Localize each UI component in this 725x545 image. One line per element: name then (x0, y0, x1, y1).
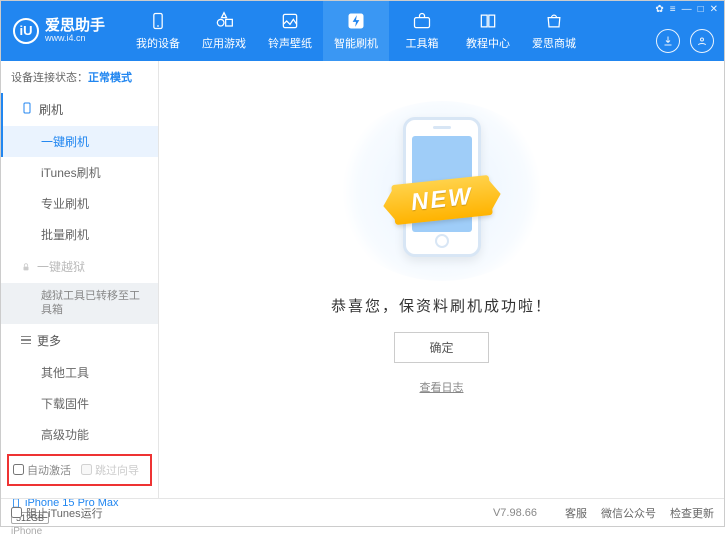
close-button[interactable]: ✕ (710, 4, 718, 15)
nav-label: 智能刷机 (334, 35, 378, 51)
skip-guide-checkbox[interactable]: 跳过向导 (81, 462, 139, 478)
nav-tools[interactable]: 工具箱 (389, 1, 455, 61)
device-icon (148, 11, 168, 31)
sidebar-item-other-tools[interactable]: 其他工具 (1, 357, 158, 388)
version-label: V7.98.66 (493, 507, 537, 519)
menu-button[interactable]: ≡ (670, 4, 676, 15)
sidebar-item-pro-flash[interactable]: 专业刷机 (1, 188, 158, 219)
device-type: iPhone (11, 526, 148, 537)
logo-block: iU 爱思助手 www.i4.cn (9, 18, 105, 44)
sidebar-item-itunes-flash[interactable]: iTunes刷机 (1, 157, 158, 188)
maximize-button[interactable]: □ (698, 4, 704, 15)
section-more[interactable]: 更多 (1, 324, 158, 357)
skin-button[interactable]: ✿ (655, 4, 663, 15)
options-highlight-box: 自动激活 跳过向导 (7, 454, 152, 486)
checkbox-label: 跳过向导 (95, 462, 139, 478)
sidebar-item-download-firmware[interactable]: 下载固件 (1, 388, 158, 419)
section-title: 更多 (37, 332, 61, 349)
nav-label: 教程中心 (466, 35, 510, 51)
nav-apps[interactable]: 应用游戏 (191, 1, 257, 61)
footer-link-update[interactable]: 检查更新 (670, 505, 714, 521)
success-illustration: NEW (332, 101, 552, 281)
checkbox-label: 阻止iTunes运行 (26, 505, 103, 521)
nav-shop[interactable]: 爱思商城 (521, 1, 587, 61)
shop-icon (544, 11, 564, 31)
nav-label: 铃声壁纸 (268, 35, 312, 51)
footer-link-support[interactable]: 客服 (565, 505, 587, 521)
sidebar-item-batch-flash[interactable]: 批量刷机 (1, 219, 158, 250)
status-label: 设备连接状态： (11, 72, 88, 84)
logo-icon: iU (13, 18, 39, 44)
lock-icon (21, 262, 31, 272)
jailbreak-note: 越狱工具已转移至工具箱 (1, 283, 158, 324)
flash-icon (346, 11, 366, 31)
apps-icon (214, 11, 234, 31)
nav-label: 应用游戏 (202, 35, 246, 51)
block-itunes-checkbox[interactable]: 阻止iTunes运行 (11, 505, 103, 521)
sidebar-item-onekey-flash[interactable]: 一键刷机 (1, 126, 158, 157)
ok-button[interactable]: 确定 (394, 332, 488, 363)
minimize-button[interactable]: — (682, 4, 692, 15)
section-title: 刷机 (39, 101, 63, 118)
sidebar-item-advanced[interactable]: 高级功能 (1, 419, 158, 450)
media-icon (280, 11, 300, 31)
success-message: 恭喜您，保资料刷机成功啦！ (331, 295, 552, 316)
status-mode: 正常模式 (88, 72, 132, 84)
hamburger-icon (21, 336, 31, 345)
section-flash[interactable]: 刷机 (1, 93, 158, 126)
auto-activate-checkbox[interactable]: 自动激活 (13, 462, 71, 478)
sidebar: 设备连接状态：正常模式 刷机 一键刷机 iTunes刷机 专业刷机 批量刷机 一… (1, 61, 159, 498)
section-title: 一键越狱 (37, 258, 85, 275)
app-title: 爱思助手 (45, 18, 105, 35)
device-status: 设备连接状态：正常模式 (1, 61, 158, 93)
section-jailbreak: 一键越狱 (1, 250, 158, 283)
app-header: iU 爱思助手 www.i4.cn 我的设备 应用游戏 铃声壁纸 智能刷机 (1, 1, 724, 61)
toolbox-icon (412, 11, 432, 31)
window-controls: ✿ ≡ — □ ✕ (655, 4, 718, 15)
main-content: NEW 恭喜您，保资料刷机成功啦！ 确定 查看日志 (159, 61, 724, 498)
top-nav: 我的设备 应用游戏 铃声壁纸 智能刷机 工具箱 教程中心 (125, 1, 716, 61)
book-icon (478, 11, 498, 31)
nav-label: 我的设备 (136, 35, 180, 51)
nav-flash[interactable]: 智能刷机 (323, 1, 389, 61)
nav-label: 爱思商城 (532, 35, 576, 51)
phone-flash-icon (21, 101, 33, 118)
download-button[interactable] (656, 29, 680, 53)
user-button[interactable] (690, 29, 714, 53)
nav-tutorial[interactable]: 教程中心 (455, 1, 521, 61)
nav-my-device[interactable]: 我的设备 (125, 1, 191, 61)
checkbox-label: 自动激活 (27, 462, 71, 478)
app-url: www.i4.cn (45, 34, 105, 44)
nav-label: 工具箱 (406, 35, 439, 51)
footer-link-wechat[interactable]: 微信公众号 (601, 505, 656, 521)
view-log-link[interactable]: 查看日志 (420, 379, 464, 395)
nav-media[interactable]: 铃声壁纸 (257, 1, 323, 61)
footer: 阻止iTunes运行 V7.98.66 客服 微信公众号 检查更新 (1, 498, 724, 526)
